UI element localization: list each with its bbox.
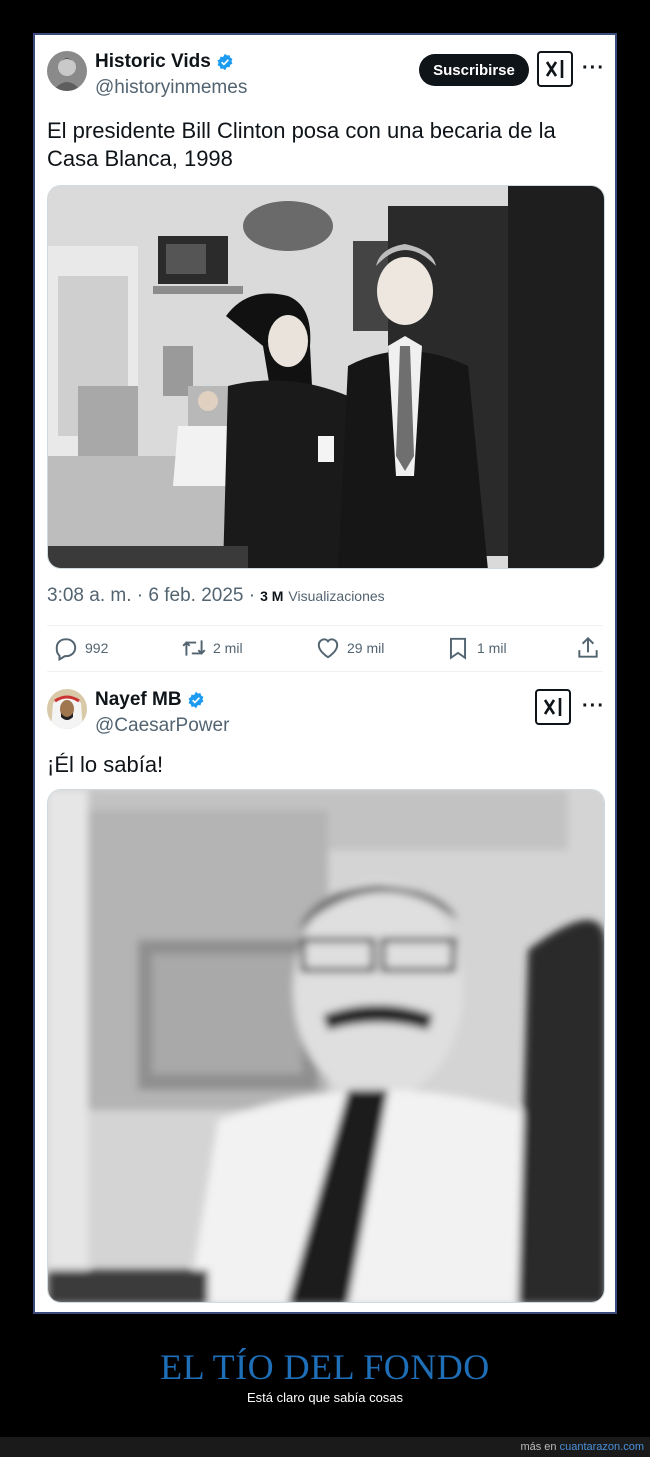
reply-count: 992: [85, 640, 109, 656]
divider: [47, 671, 603, 672]
author-name[interactable]: Nayef MB: [95, 689, 182, 711]
footer-link[interactable]: cuantarazon.com: [560, 1441, 644, 1453]
retweet-count: 2 mil: [213, 640, 243, 656]
tweet-photo-clinton[interactable]: [47, 185, 605, 569]
reply-icon: [55, 638, 77, 661]
like-count: 29 mil: [347, 640, 385, 656]
reply-button[interactable]: 992: [53, 635, 108, 661]
author-handle[interactable]: @CaesarPower: [95, 715, 229, 737]
like-button[interactable]: 29 mil: [315, 635, 384, 661]
grok-icon[interactable]: [535, 689, 571, 725]
tweet-text: ¡Él lo sabía!: [47, 752, 164, 777]
author-handle[interactable]: @historyinmemes: [95, 77, 247, 99]
bookmark-count: 1 mil: [477, 640, 507, 656]
grok-icon[interactable]: [537, 51, 573, 87]
screenshot-frame: Historic Vids @historyinmemes Suscribirs…: [33, 33, 617, 1314]
action-bar: 992 2 mil 29 mil 1 mil: [51, 631, 607, 667]
tweet-photo-man-in-background[interactable]: [47, 789, 605, 1303]
views-count: 3 M: [260, 588, 284, 604]
tweet-text: El presidente Bill Clinton posa con una …: [47, 118, 556, 171]
verified-badge-icon: [217, 53, 233, 71]
author-name[interactable]: Historic Vids: [95, 51, 211, 73]
verified-badge-icon: [188, 691, 204, 709]
share-icon: [578, 636, 598, 658]
more-options-icon[interactable]: ···: [582, 695, 605, 718]
caption-subtitle: Está claro que sabía cosas: [246, 1390, 404, 1405]
avatar-nayef-mb[interactable]: [47, 689, 87, 729]
tweet-meta: 3:08 a. m. · 6 feb. 2025 · 3 M Visualiza…: [47, 585, 385, 607]
subscribe-button[interactable]: Suscribirse: [419, 54, 529, 86]
retweet-icon: [182, 640, 206, 656]
bookmark-button[interactable]: 1 mil: [445, 635, 507, 661]
share-button[interactable]: [575, 635, 601, 661]
footer-bar: más en cuantarazon.com: [0, 1437, 650, 1457]
footer-prefix: más en: [520, 1441, 557, 1453]
more-options-icon[interactable]: ···: [582, 57, 605, 80]
divider: [47, 625, 603, 626]
retweet-button[interactable]: 2 mil: [181, 635, 243, 661]
views-label: Visualizaciones: [288, 588, 385, 604]
bookmark-icon: [449, 637, 467, 660]
avatar-historic-vids[interactable]: [47, 51, 87, 91]
timestamp[interactable]: 3:08 a. m. · 6 feb. 2025 ·: [47, 585, 255, 607]
heart-icon: [317, 638, 339, 659]
caption-title: EL TÍO DEL FONDO: [160, 1347, 490, 1387]
